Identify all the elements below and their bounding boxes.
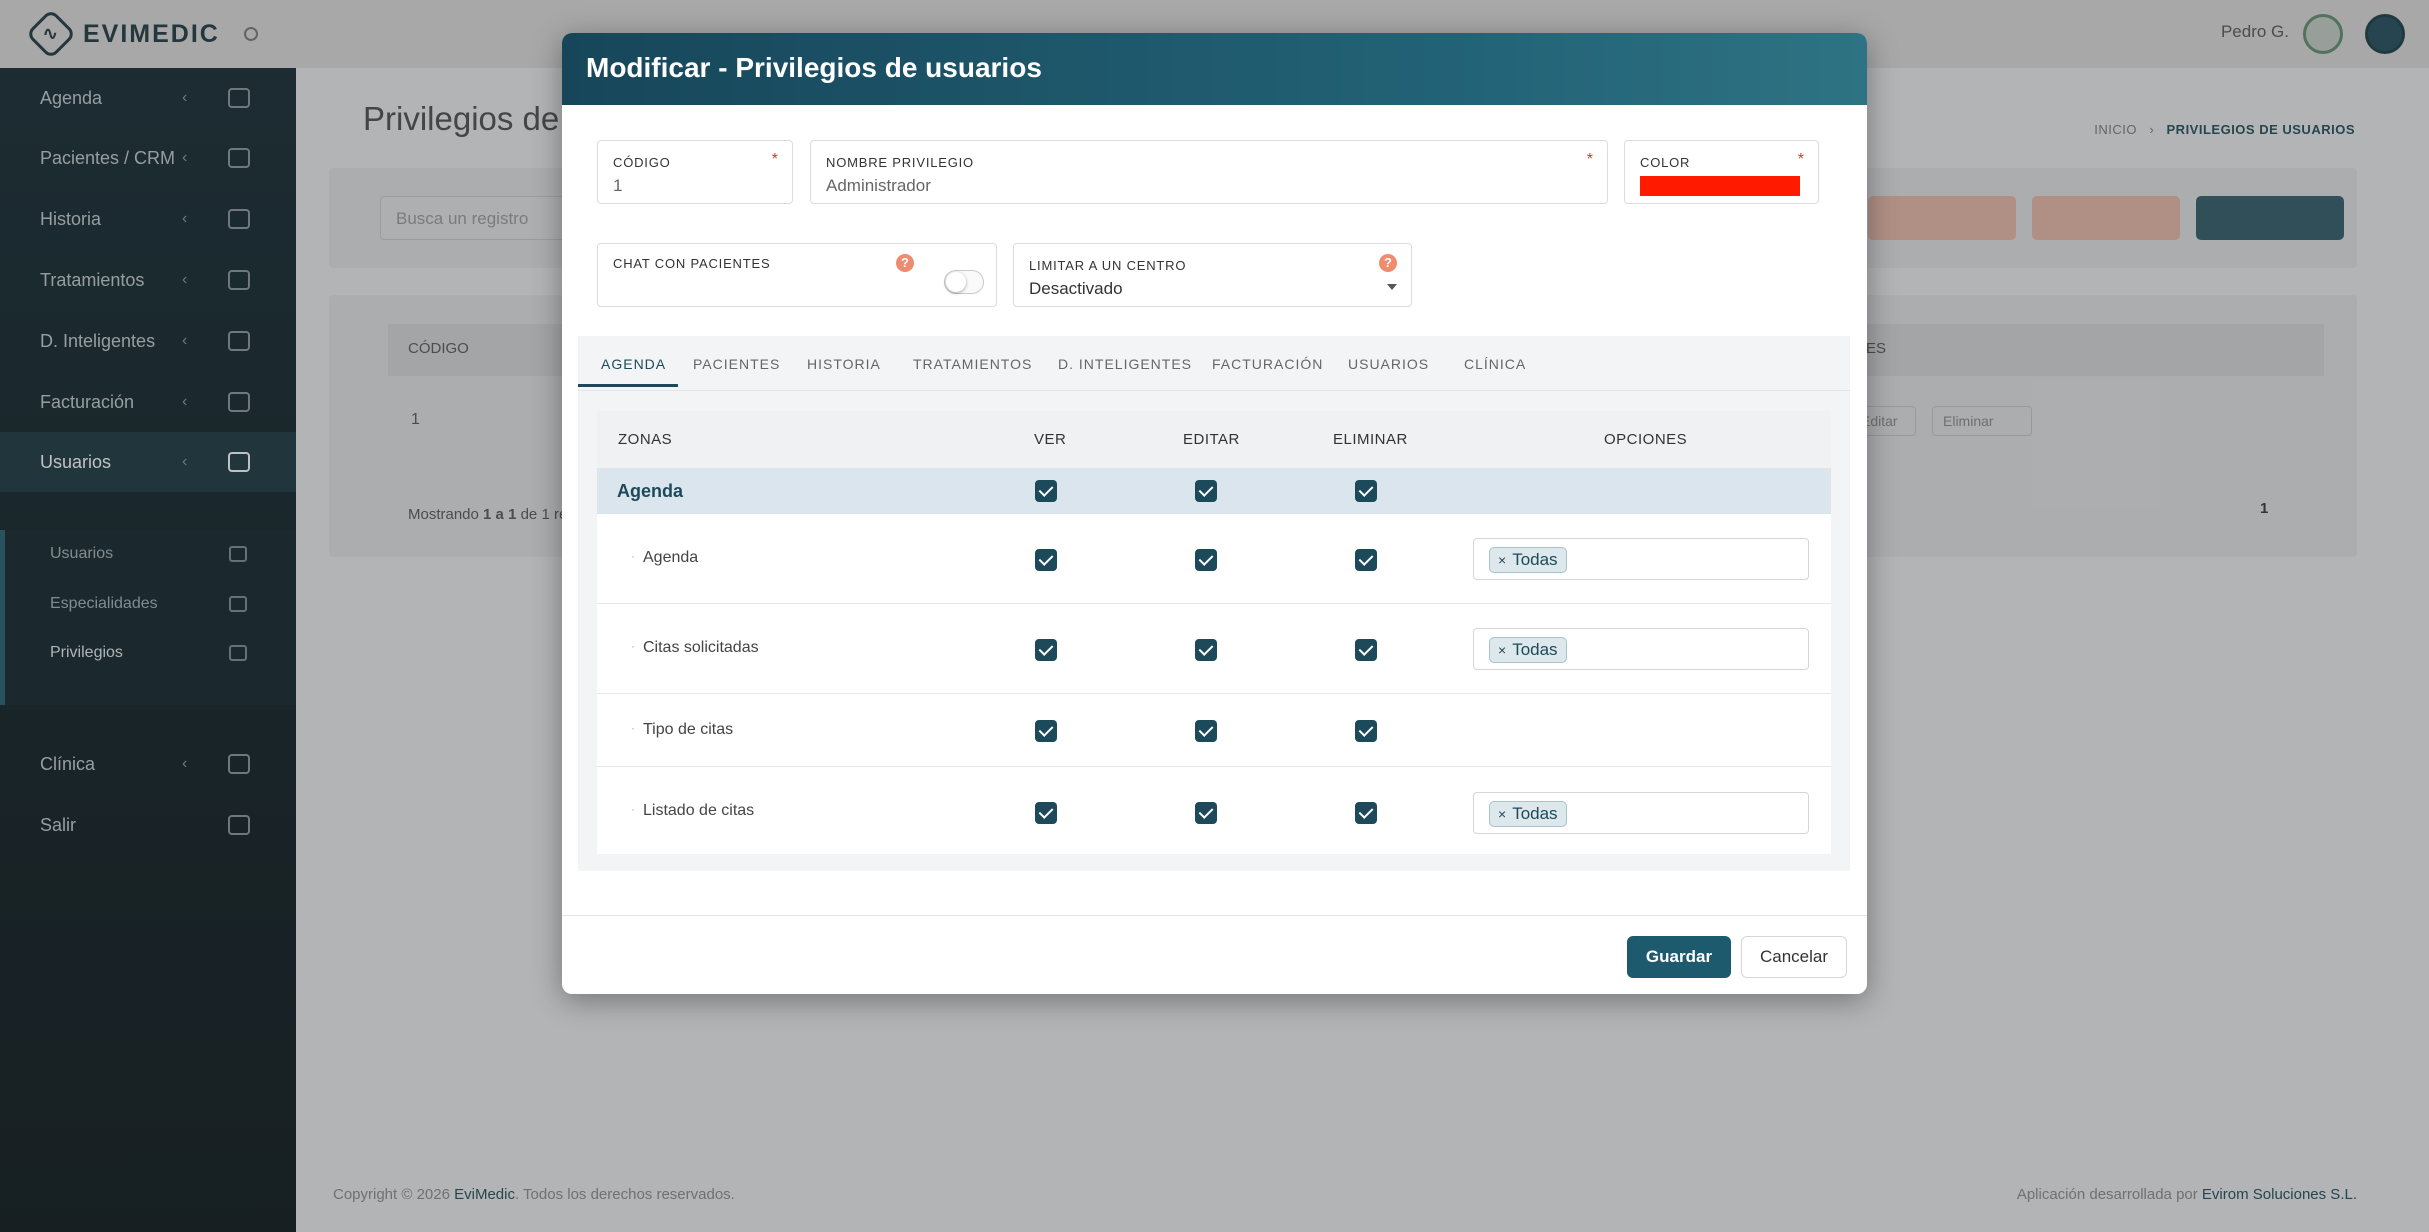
name-value: Administrador: [826, 176, 931, 195]
tag-label: Todas: [1512, 640, 1558, 659]
row-bullet: ·: [631, 549, 635, 563]
option-tag: × Todas: [1489, 801, 1567, 827]
checkbox-ver[interactable]: [1035, 480, 1057, 502]
row-bullet: ·: [631, 721, 635, 735]
required-mark: *: [1586, 151, 1593, 168]
options-select[interactable]: × Todas: [1473, 628, 1809, 670]
option-tag: × Todas: [1489, 547, 1567, 573]
tag-remove-icon[interactable]: ×: [1498, 806, 1506, 822]
tag-label: Todas: [1512, 804, 1558, 823]
row-label: Listado de citas: [643, 802, 755, 819]
privileges-modal: Modificar - Privilegios de usuarios CÓDI…: [562, 33, 1867, 994]
checkbox-editar[interactable]: [1195, 549, 1217, 571]
checkbox-ver[interactable]: [1035, 639, 1057, 661]
checkbox-eliminar[interactable]: [1355, 480, 1377, 502]
row-label: Agenda: [643, 549, 699, 566]
modal-title: Modificar - Privilegios de usuarios: [586, 52, 1042, 83]
checkbox-editar[interactable]: [1195, 720, 1217, 742]
chat-label: CHAT CON PACIENTES: [613, 256, 771, 271]
options-select[interactable]: × Todas: [1473, 792, 1809, 834]
checkbox-eliminar[interactable]: [1355, 802, 1377, 824]
checkbox-editar[interactable]: [1195, 480, 1217, 502]
checkbox-ver[interactable]: [1035, 720, 1057, 742]
permission-tabs: AGENDA PACIENTES HISTORIA TRATAMIENTOS D…: [578, 337, 1850, 391]
help-icon[interactable]: ?: [1379, 254, 1397, 272]
tab-pacientes[interactable]: PACIENTES: [693, 337, 780, 391]
code-field[interactable]: CÓDIGO * 1: [597, 140, 793, 204]
checkbox-editar[interactable]: [1195, 802, 1217, 824]
permissions-table-header: ZONAS VER EDITAR ELIMINAR OPCIONES: [597, 411, 1831, 468]
center-select[interactable]: LIMITAR A UN CENTRO ? Desactivado: [1013, 243, 1412, 307]
header-editar: EDITAR: [1183, 431, 1240, 448]
table-row: · Tipo de citas: [597, 694, 1831, 767]
modal-header: Modificar - Privilegios de usuarios: [562, 33, 1867, 105]
center-value: Desactivado: [1029, 279, 1123, 298]
code-value: 1: [613, 176, 623, 195]
row-label: Tipo de citas: [643, 721, 734, 738]
checkbox-eliminar[interactable]: [1355, 720, 1377, 742]
checkbox-ver[interactable]: [1035, 549, 1057, 571]
modal-footer-divider: [562, 915, 1867, 916]
active-tab-indicator: [578, 384, 678, 387]
options-select[interactable]: × Todas: [1473, 538, 1809, 580]
row-bullet: ·: [631, 639, 635, 653]
checkbox-eliminar[interactable]: [1355, 549, 1377, 571]
option-tag: × Todas: [1489, 637, 1567, 663]
chat-field: CHAT CON PACIENTES ?: [597, 243, 997, 307]
row-label: Citas solicitadas: [643, 639, 759, 656]
table-row: · Agenda × Todas: [597, 514, 1831, 604]
tab-usuarios[interactable]: USUARIOS: [1348, 337, 1429, 391]
help-icon[interactable]: ?: [896, 254, 914, 272]
table-row: · Listado de citas × Todas: [597, 767, 1831, 854]
required-mark: *: [771, 151, 778, 168]
form-area: CÓDIGO * 1 NOMBRE PRIVILEGIO * Administr…: [578, 121, 1850, 336]
color-swatch[interactable]: [1640, 176, 1800, 196]
tab-d-inteligentes[interactable]: D. INTELIGENTES: [1058, 337, 1192, 391]
code-label: CÓDIGO: [613, 155, 671, 170]
tab-tratamientos[interactable]: TRATAMIENTOS: [913, 337, 1032, 391]
tag-remove-icon[interactable]: ×: [1498, 642, 1506, 658]
modal-body: CÓDIGO * 1 NOMBRE PRIVILEGIO * Administr…: [578, 121, 1850, 871]
header-zonas: ZONAS: [618, 431, 673, 448]
table-row: · Citas solicitadas × Todas: [597, 604, 1831, 694]
toggle-knob: [946, 272, 966, 292]
tag-label: Todas: [1512, 550, 1558, 569]
row-bullet: ·: [631, 802, 635, 816]
group-label: Agenda: [617, 481, 684, 501]
chat-toggle[interactable]: [944, 270, 984, 294]
required-mark: *: [1797, 151, 1804, 168]
save-button[interactable]: Guardar: [1627, 936, 1731, 978]
tab-agenda[interactable]: AGENDA: [601, 337, 666, 391]
tag-remove-icon[interactable]: ×: [1498, 552, 1506, 568]
privilege-name-field[interactable]: NOMBRE PRIVILEGIO * Administrador: [810, 140, 1608, 204]
header-eliminar: ELIMINAR: [1333, 431, 1408, 448]
permissions-table: ZONAS VER EDITAR ELIMINAR OPCIONES Agend…: [597, 411, 1831, 854]
group-row-agenda: Agenda: [597, 468, 1831, 514]
tab-clinica[interactable]: CLÍNICA: [1464, 337, 1526, 391]
tab-facturacion[interactable]: FACTURACIÓN: [1212, 337, 1323, 391]
color-field[interactable]: COLOR *: [1624, 140, 1819, 204]
header-opciones: OPCIONES: [1604, 431, 1688, 448]
color-label: COLOR: [1640, 155, 1691, 170]
checkbox-eliminar[interactable]: [1355, 639, 1377, 661]
chevron-down-icon: [1387, 284, 1397, 290]
checkbox-ver[interactable]: [1035, 802, 1057, 824]
header-ver: VER: [1034, 431, 1067, 448]
center-label: LIMITAR A UN CENTRO: [1029, 258, 1187, 273]
cancel-button[interactable]: Cancelar: [1741, 936, 1847, 978]
name-label: NOMBRE PRIVILEGIO: [826, 155, 974, 170]
checkbox-editar[interactable]: [1195, 639, 1217, 661]
tab-historia[interactable]: HISTORIA: [807, 337, 881, 391]
